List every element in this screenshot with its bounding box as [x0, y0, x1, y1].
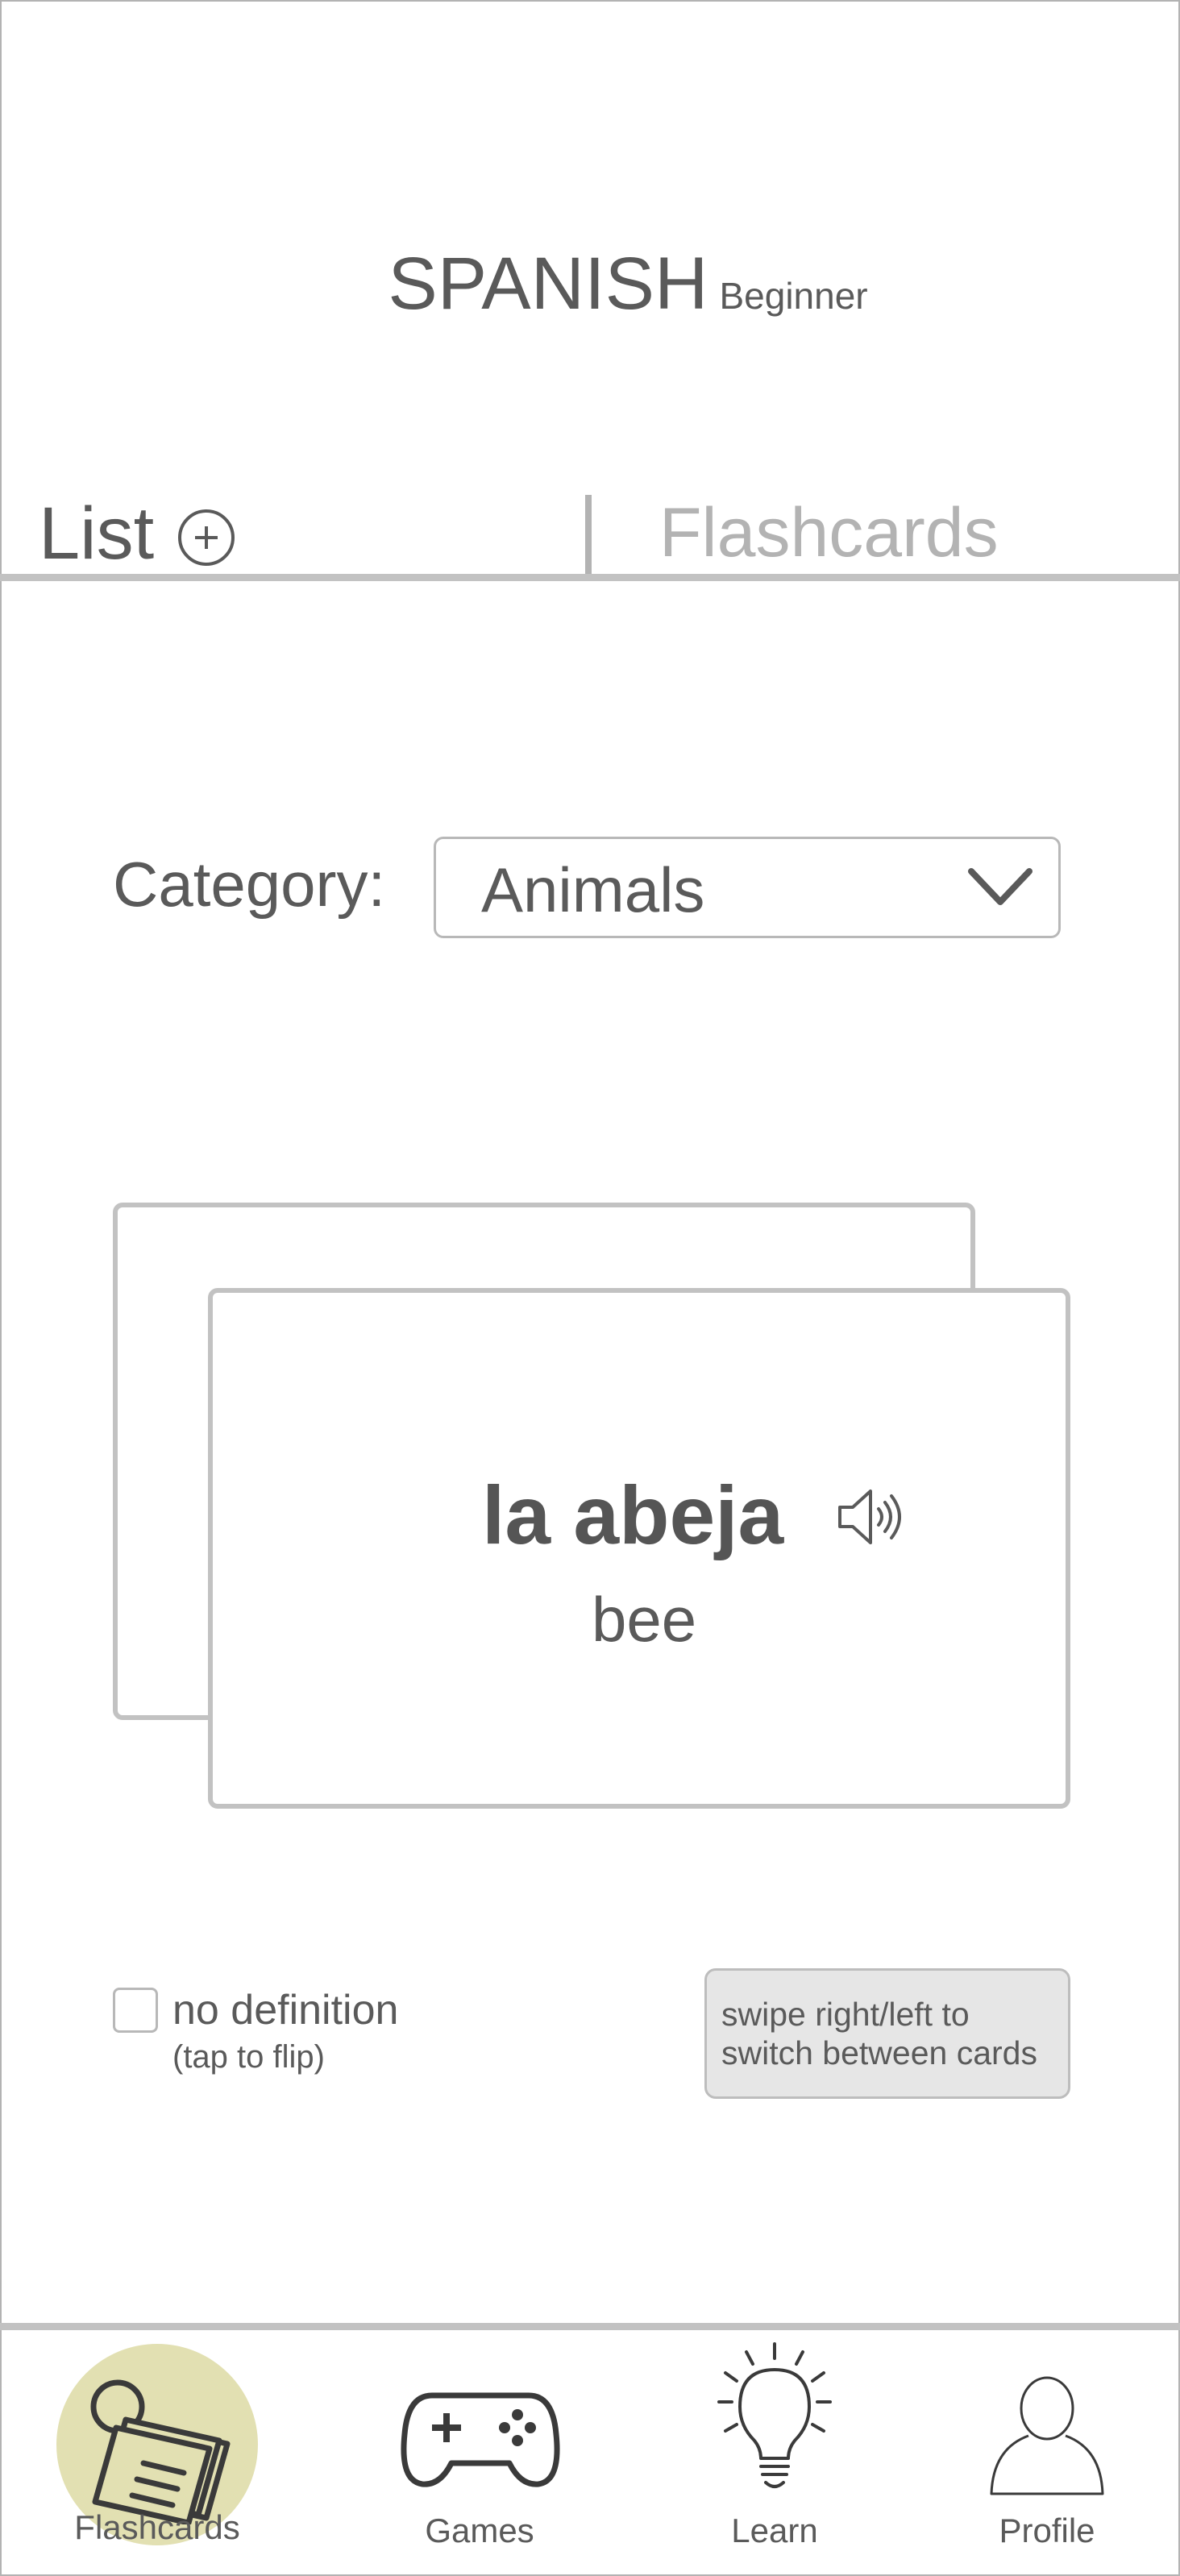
- gamepad-icon: [401, 2392, 560, 2487]
- tab-list[interactable]: List: [39, 492, 235, 576]
- nav-item-games[interactable]: Games: [379, 2337, 580, 2571]
- tab-bar: List Flashcards: [0, 484, 1180, 580]
- swipe-hint-line2: switch between cards: [721, 2034, 1037, 2071]
- nav-label-flashcards: Flashcards: [74, 2508, 240, 2546]
- nav-item-profile[interactable]: Profile: [946, 2337, 1148, 2571]
- swipe-hint-box: swipe right/left to switch between cards: [704, 1968, 1070, 2099]
- no-definition-checkbox[interactable]: [113, 1988, 158, 2033]
- speaker-icon[interactable]: [835, 1485, 908, 1549]
- flashcard-word: la abeja: [482, 1469, 784, 1561]
- profile-icon: [990, 2376, 1104, 2495]
- add-word-button[interactable]: [178, 509, 235, 566]
- flashcard[interactable]: la abeja bee: [208, 1288, 1070, 1809]
- chevron-down-icon: [968, 868, 1032, 905]
- swipe-hint-line1: swipe right/left to: [721, 1996, 970, 2033]
- flashcard-translation: bee: [592, 1584, 697, 1655]
- category-selected-value: Animals: [481, 854, 705, 925]
- level-label: Beginner: [719, 275, 868, 317]
- no-definition-label: no definition: [172, 1987, 399, 2034]
- flashcards-icon: [90, 2379, 231, 2524]
- nav-label-games: Games: [425, 2512, 534, 2549]
- no-definition-hint: (tap to flip): [172, 2039, 325, 2075]
- nav-label-profile: Profile: [999, 2512, 1095, 2549]
- lightbulb-icon: [717, 2342, 832, 2488]
- tab-list-label: List: [39, 492, 155, 575]
- category-dropdown[interactable]: Animals: [434, 837, 1061, 938]
- page-title: SPANISH Beginner: [0, 242, 1180, 326]
- tab-underline: [0, 574, 1180, 581]
- bottom-nav-divider: [0, 2323, 1180, 2330]
- tab-flashcards[interactable]: Flashcards: [659, 493, 999, 573]
- category-label: Category:: [113, 849, 386, 920]
- nav-item-flashcards[interactable]: Flashcards: [56, 2337, 258, 2571]
- plus-icon: [195, 526, 218, 549]
- nav-item-learn[interactable]: Learn: [674, 2337, 875, 2571]
- nav-label-learn: Learn: [731, 2512, 818, 2549]
- language-title: SPANISH: [388, 243, 708, 325]
- tab-divider: [585, 495, 592, 577]
